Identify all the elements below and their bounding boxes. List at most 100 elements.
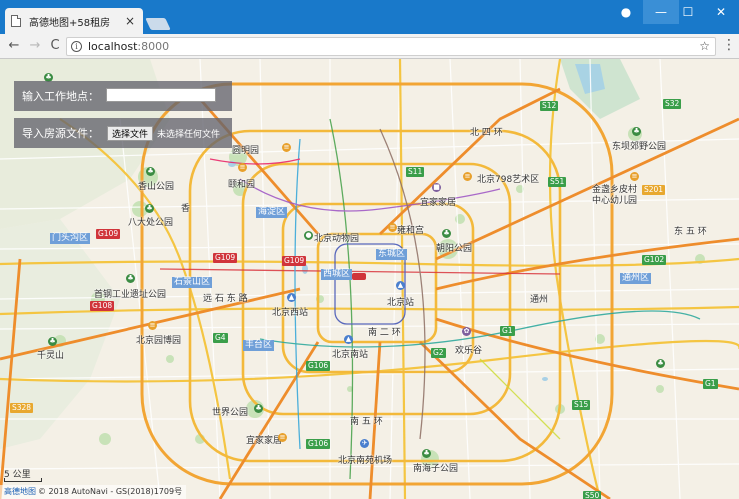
- place-world-park[interactable]: 世界公园: [212, 405, 248, 418]
- road-name-beisihuan: 北 四 环: [470, 128, 503, 138]
- road-shield-s51: S51: [548, 177, 567, 187]
- road-shield-g108: G108: [90, 301, 115, 311]
- shopping-bag-icon[interactable]: ■: [432, 183, 441, 192]
- place-zoo[interactable]: 北京动物园: [314, 231, 359, 244]
- road-shield-g109-b: G109: [213, 253, 238, 263]
- road-shield-g102: G102: [642, 255, 667, 265]
- place-ikea-1[interactable]: 宜家家居: [420, 195, 456, 208]
- tree-icon[interactable]: ♣: [632, 127, 641, 136]
- road-name-nanwuhuan: 南 五 环: [350, 417, 383, 427]
- place-jinzhan-school[interactable]: 中心幼儿园: [592, 193, 637, 206]
- tree-icon[interactable]: ♣: [656, 359, 665, 368]
- district-dongcheng[interactable]: 东城区: [376, 249, 408, 260]
- place-xiangshan[interactable]: 香山公园: [138, 179, 174, 192]
- back-arrow-icon[interactable]: ←: [5, 37, 23, 55]
- district-haidian[interactable]: 海淀区: [256, 207, 288, 218]
- landmark-icon[interactable]: ≡: [148, 321, 157, 330]
- train-station-icon[interactable]: ▲: [396, 281, 405, 290]
- tab-title: 高德地图+58租房: [29, 17, 111, 29]
- tab-active[interactable]: 高德地图+58租房 ×: [5, 8, 143, 34]
- amusement-park-icon[interactable]: ✿: [462, 327, 471, 336]
- place-badachu[interactable]: 八大处公园: [128, 215, 173, 228]
- district-tongzhou[interactable]: 通州区: [620, 273, 652, 284]
- info-icon[interactable]: i: [71, 41, 82, 52]
- tree-icon[interactable]: ♣: [442, 229, 451, 238]
- place-dongba[interactable]: 东坝郊野公园: [612, 139, 666, 152]
- new-tab-button[interactable]: [145, 18, 171, 30]
- file-status-text: 未选择任何文件: [157, 129, 221, 140]
- airplane-icon[interactable]: ✈: [360, 439, 369, 448]
- landmark-icon[interactable]: ≡: [463, 172, 472, 181]
- amap-logo[interactable]: 高德地图: [4, 487, 36, 496]
- place-shougang[interactable]: 首钢工业遗址公园: [94, 287, 166, 300]
- road-shield-s328: S328: [10, 403, 34, 413]
- place-nanyuan-airport[interactable]: 北京南苑机场: [338, 453, 392, 466]
- road-shield-g4: G4: [213, 333, 228, 343]
- place-qianlingshan[interactable]: 千灵山: [37, 348, 64, 361]
- url-host: localhost: [88, 40, 138, 53]
- browser-toolbar: ← → C i localhost:8000 ☆ ⋮: [0, 34, 739, 59]
- bookmark-star-icon[interactable]: ☆: [699, 39, 710, 53]
- copyright-text: © 2018 AutoNavi - GS(2018)1709号: [38, 487, 183, 496]
- place-ikea-2[interactable]: 宜家家居: [246, 433, 282, 446]
- road-shield-g109-c: G109: [282, 256, 307, 266]
- landmark-icon[interactable]: ≡: [278, 433, 287, 442]
- road-shield-s32: S32: [663, 99, 682, 109]
- account-icon[interactable]: ●: [608, 0, 644, 24]
- place-south-station[interactable]: 北京南站: [332, 347, 368, 360]
- tree-icon[interactable]: ♣: [254, 404, 263, 413]
- reload-icon[interactable]: C: [46, 37, 64, 55]
- landmark-icon[interactable]: ≡: [238, 163, 247, 172]
- browser-menu-icon[interactable]: ⋮: [722, 38, 736, 52]
- road-shield-g2: G2: [431, 348, 446, 358]
- url-text[interactable]: localhost:8000: [88, 40, 169, 53]
- landmark-icon[interactable]: ≡: [388, 223, 397, 232]
- landmark-icon[interactable]: ≡: [282, 143, 291, 152]
- train-station-icon[interactable]: ▲: [344, 335, 353, 344]
- place-happyvalley[interactable]: 欢乐谷: [455, 343, 482, 356]
- tree-icon[interactable]: ♣: [145, 204, 154, 213]
- tab-close-icon[interactable]: ×: [123, 14, 137, 28]
- district-xicheng[interactable]: 西城区: [321, 269, 353, 280]
- place-yonghegong[interactable]: 雍和宫: [397, 223, 424, 236]
- district-shijingshan[interactable]: 石景山区: [172, 277, 213, 288]
- place-yuanbo[interactable]: 北京园博园: [136, 333, 181, 346]
- place-yiheyuan[interactable]: 颐和园: [228, 177, 255, 190]
- maximize-button[interactable]: ☐: [670, 0, 706, 24]
- import-file-label: 导入房源文件：: [22, 127, 99, 140]
- road-shield-s11: S11: [406, 167, 425, 177]
- tree-icon[interactable]: ♣: [146, 167, 155, 176]
- map-canvas[interactable]: 圆明园 颐和园 香山公园 八大处公园 北京动物园 雍和宫 朝阳公园 北京798艺…: [0, 59, 739, 499]
- road-shield-s12: S12: [540, 101, 559, 111]
- train-station-icon[interactable]: ▲: [287, 293, 296, 302]
- close-window-button[interactable]: ✕: [703, 0, 739, 24]
- work-location-row: 输入工作地点：: [14, 81, 232, 111]
- forward-arrow-icon[interactable]: →: [26, 37, 44, 55]
- address-bar[interactable]: i localhost:8000 ☆: [66, 37, 716, 56]
- place-tongzhou[interactable]: 通州: [530, 292, 548, 305]
- place-west-station[interactable]: 北京西站: [272, 305, 308, 318]
- tiananmen-icon[interactable]: [352, 273, 366, 280]
- road-shield-s201: S201: [642, 185, 666, 195]
- road-shield-g106-a: G106: [306, 361, 331, 371]
- tree-icon[interactable]: ♣: [126, 274, 135, 283]
- work-location-label: 输入工作地点：: [22, 90, 99, 103]
- place-yuanmingyuan[interactable]: 圆明园: [232, 143, 259, 156]
- place-nanhaizi[interactable]: 南海子公园: [413, 461, 458, 474]
- road-shield-s15: S15: [572, 400, 591, 410]
- district-fengtai[interactable]: 丰台区: [243, 340, 275, 351]
- browser-window: 高德地图+58租房 × ● — ☐ ✕ ← → C i localhost:80…: [0, 0, 739, 499]
- work-location-input[interactable]: [106, 88, 216, 102]
- place-chaoyang-park[interactable]: 朝阳公园: [436, 241, 472, 254]
- district-mentougou[interactable]: 门头沟区: [50, 233, 91, 244]
- tree-icon[interactable]: ♣: [422, 449, 431, 458]
- landmark-icon[interactable]: ≡: [630, 172, 639, 181]
- road-name-dongwuhuan: 东 五 环: [674, 227, 707, 237]
- place-beijing-station[interactable]: 北京站: [387, 295, 414, 308]
- place-798[interactable]: 北京798艺术区: [477, 172, 539, 185]
- choose-file-button[interactable]: 选择文件: [107, 125, 154, 141]
- road-name-yuanshi: 远 石 东 路: [203, 294, 248, 304]
- map-copyright: 高德地图 © 2018 AutoNavi - GS(2018)1709号: [0, 485, 187, 499]
- tree-icon[interactable]: ♣: [48, 337, 57, 346]
- panda-icon[interactable]: ●: [304, 231, 313, 240]
